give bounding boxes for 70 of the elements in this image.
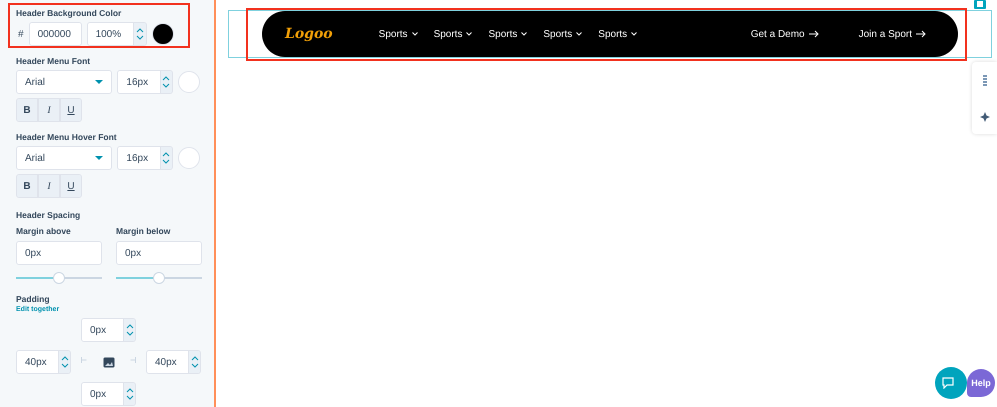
- header-link[interactable]: Get a Demo: [750, 28, 819, 40]
- underline-button[interactable]: U: [60, 174, 82, 198]
- spinner-button[interactable]: [160, 70, 173, 94]
- image-icon: [102, 356, 114, 368]
- header-link[interactable]: Join a Sport: [858, 28, 926, 40]
- caret-icon: [95, 80, 104, 84]
- chat-icon: [942, 377, 954, 389]
- chevron-down-icon: [576, 32, 582, 36]
- section-label: Header Menu Font: [16, 56, 92, 66]
- chevron-down-icon: [412, 32, 418, 36]
- menu-item[interactable]: Sports: [598, 28, 638, 40]
- chevron-up-down-icon: [190, 355, 198, 369]
- menu-item[interactable]: Sports: [488, 28, 528, 40]
- font-dropdown[interactable]: Arial: [16, 146, 112, 170]
- right-marker-icon: [130, 356, 136, 362]
- sparkle-icon: [980, 112, 990, 122]
- left-marker-icon: [81, 356, 87, 362]
- caret-icon: [95, 156, 104, 160]
- underline-button[interactable]: U: [60, 98, 82, 122]
- section-label: Header Menu Hover Font: [16, 132, 118, 142]
- chevron-down-icon: [521, 32, 528, 36]
- section-label: Header Spacing: [16, 210, 82, 220]
- arrow-right-icon: [808, 30, 819, 38]
- arrow-right-icon: [916, 30, 926, 38]
- chevron-up-down-icon: [60, 355, 68, 369]
- chevron-up-down-icon: [126, 323, 134, 337]
- chevron-down-icon: [631, 32, 638, 36]
- bold-button[interactable]: B: [16, 98, 38, 122]
- color-swatch[interactable]: [178, 71, 200, 93]
- logo[interactable]: Logoo: [285, 26, 333, 42]
- spinner-button[interactable]: [160, 146, 173, 170]
- chevron-up-down-icon: [126, 387, 134, 401]
- help-button[interactable]: Help: [967, 369, 995, 397]
- hex-field[interactable]: 000000: [28, 22, 82, 46]
- field-label: Margin above: [16, 226, 72, 236]
- color-swatch[interactable]: [152, 23, 174, 45]
- color-swatch[interactable]: [178, 147, 200, 169]
- padding-bottom-field[interactable]: 0px: [81, 382, 124, 406]
- chevron-up-down-icon: [162, 151, 170, 165]
- spinner-button[interactable]: [124, 318, 136, 342]
- font-size-field[interactable]: 16px: [117, 146, 161, 170]
- menu-item[interactable]: Sports: [434, 28, 472, 40]
- spinner-button[interactable]: [124, 382, 136, 406]
- padding-top-field[interactable]: 0px: [81, 318, 124, 342]
- slider-thumb[interactable]: [153, 272, 165, 284]
- italic-button[interactable]: I: [38, 98, 60, 122]
- menu-item[interactable]: Sports: [378, 28, 418, 40]
- chevron-up-down-icon: [136, 27, 144, 41]
- section-label: Header Background Color: [16, 8, 122, 18]
- margin-field[interactable]: 0px: [16, 241, 102, 265]
- chevron-down-icon: [466, 32, 472, 36]
- opacity-field[interactable]: 100%: [86, 22, 134, 46]
- slider-thumb[interactable]: [53, 272, 65, 284]
- spinner-button[interactable]: [134, 22, 147, 46]
- section-label: Padding: [16, 294, 51, 304]
- font-dropdown[interactable]: Arial: [16, 70, 112, 94]
- padding-left-field[interactable]: 40px: [16, 350, 59, 374]
- chat-button[interactable]: [935, 367, 967, 399]
- menu-item[interactable]: Sports: [543, 28, 582, 40]
- bold-button[interactable]: B: [16, 174, 38, 198]
- chevron-up-down-icon: [162, 75, 170, 89]
- font-size-field[interactable]: 16px: [117, 70, 161, 94]
- margin-field[interactable]: 0px: [116, 241, 202, 265]
- drag-handle-icon: [982, 74, 986, 86]
- field-label: Margin below: [116, 226, 172, 236]
- hash-label: #: [18, 28, 24, 40]
- spinner-button[interactable]: [59, 350, 71, 374]
- italic-button[interactable]: I: [38, 174, 60, 198]
- padding-right-field[interactable]: 40px: [146, 350, 189, 374]
- spinner-button[interactable]: [189, 350, 201, 374]
